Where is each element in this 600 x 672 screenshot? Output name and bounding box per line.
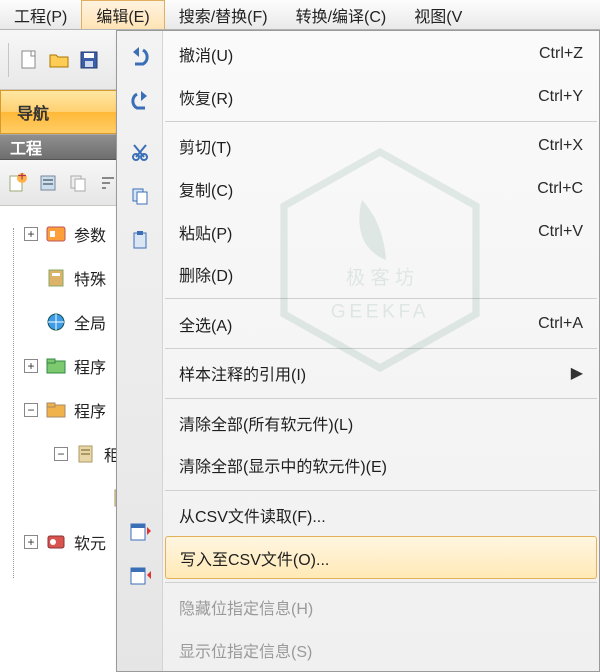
tree-expander-icon[interactable]: +: [24, 535, 38, 549]
edit-menu-dropdown: 撤消(U) Ctrl+Z 恢复(R) Ctrl+Y 剪切(T) Ctrl+X 复…: [116, 30, 600, 672]
menu-icon-column: [117, 31, 163, 671]
menu-hide-bit-info: 隐藏位指定信息(H): [163, 586, 599, 629]
menu-label: 全选(A): [179, 312, 232, 336]
tree-expander-icon[interactable]: +: [24, 227, 38, 241]
menu-label: 撤消(U): [179, 42, 233, 66]
save-icon[interactable]: [75, 46, 103, 74]
undo-icon: [129, 46, 151, 73]
menu-read-from-csv[interactable]: 从CSV文件读取(F)...: [163, 494, 599, 537]
menu-shortcut: Ctrl+Y: [538, 88, 583, 106]
menu-search-replace[interactable]: 搜索/替换(F): [165, 0, 282, 29]
menu-bar: 工程(P) 编辑(E) 搜索/替换(F) 转换/编译(C) 视图(V: [0, 0, 600, 30]
menu-undo[interactable]: 撤消(U) Ctrl+Z: [163, 33, 599, 76]
menu-label: 恢复(R): [179, 85, 233, 109]
menu-label: 显示位指定信息(S): [179, 638, 312, 662]
tree-label: 程序: [74, 398, 106, 422]
menu-label: 清除全部(显示中的软元件)(E): [179, 453, 387, 477]
copy-item-icon[interactable]: [66, 171, 90, 195]
paste-icon: [130, 230, 150, 255]
nav-header-label: 导航: [17, 100, 49, 124]
csv-write-icon: [129, 565, 151, 592]
params-icon: [44, 222, 68, 246]
menu-write-to-csv[interactable]: 写入至CSV文件(O)...: [165, 536, 597, 579]
new-item-icon[interactable]: +: [6, 171, 30, 195]
device-icon: [44, 530, 68, 554]
doc-icon: [74, 442, 98, 466]
tree-label: 特殊: [74, 266, 106, 290]
new-file-icon[interactable]: [15, 46, 43, 74]
tree-label: 程序: [74, 354, 106, 378]
global-icon: [44, 310, 68, 334]
menu-shortcut: Ctrl+X: [538, 137, 583, 155]
tree-expander-icon[interactable]: −: [54, 447, 68, 461]
menu-paste[interactable]: 粘贴(P) Ctrl+V: [163, 210, 599, 253]
menu-show-bit-info: 显示位指定信息(S): [163, 628, 599, 671]
menu-clear-displayed-devices[interactable]: 清除全部(显示中的软元件)(E): [163, 444, 599, 487]
program-folder-icon: [44, 354, 68, 378]
cut-icon: [130, 142, 150, 167]
menu-label: 从CSV文件读取(F)...: [179, 503, 326, 527]
menu-project[interactable]: 工程(P): [0, 0, 81, 29]
menu-select-all[interactable]: 全选(A) Ctrl+A: [163, 302, 599, 345]
menu-shortcut: Ctrl+V: [538, 223, 583, 241]
menu-shortcut: Ctrl+Z: [539, 45, 583, 63]
special-icon: [44, 266, 68, 290]
copy-icon: [130, 186, 150, 211]
menu-view[interactable]: 视图(V: [400, 0, 476, 29]
tree-label: 参数: [74, 222, 106, 246]
menu-label: 样本注释的引用(I): [179, 361, 306, 385]
property-icon[interactable]: [36, 171, 60, 195]
tree-label: 软元: [74, 530, 106, 554]
menu-edit[interactable]: 编辑(E): [81, 0, 164, 29]
menu-shortcut: Ctrl+C: [537, 180, 583, 198]
menu-clear-all-devices[interactable]: 清除全部(所有软元件)(L): [163, 402, 599, 445]
menu-sample-comment-ref[interactable]: 样本注释的引用(I) ▶: [163, 352, 599, 395]
program-parts-icon: [44, 398, 68, 422]
menu-label: 复制(C): [179, 177, 233, 201]
project-panel-label: 工程: [10, 135, 42, 159]
menu-label: 写入至CSV文件(O)...: [180, 546, 329, 570]
csv-read-icon: [129, 521, 151, 548]
redo-icon: [129, 90, 151, 117]
menu-convert-compile[interactable]: 转换/编译(C): [282, 0, 401, 29]
menu-shortcut: Ctrl+A: [538, 315, 583, 333]
menu-label: 隐藏位指定信息(H): [179, 595, 313, 619]
menu-cut[interactable]: 剪切(T) Ctrl+X: [163, 125, 599, 168]
menu-delete[interactable]: 删除(D): [163, 253, 599, 296]
menu-label: 剪切(T): [179, 134, 231, 158]
menu-label: 删除(D): [179, 262, 233, 286]
tree-label: 全局: [74, 310, 106, 334]
open-folder-icon[interactable]: [45, 46, 73, 74]
submenu-arrow-icon: ▶: [571, 363, 583, 383]
menu-redo[interactable]: 恢复(R) Ctrl+Y: [163, 76, 599, 119]
menu-label: 清除全部(所有软元件)(L): [179, 411, 353, 435]
svg-text:+: +: [17, 173, 26, 185]
menu-label: 粘贴(P): [179, 220, 232, 244]
tree-expander-icon[interactable]: −: [24, 403, 38, 417]
tree-expander-icon[interactable]: +: [24, 359, 38, 373]
menu-copy[interactable]: 复制(C) Ctrl+C: [163, 168, 599, 211]
